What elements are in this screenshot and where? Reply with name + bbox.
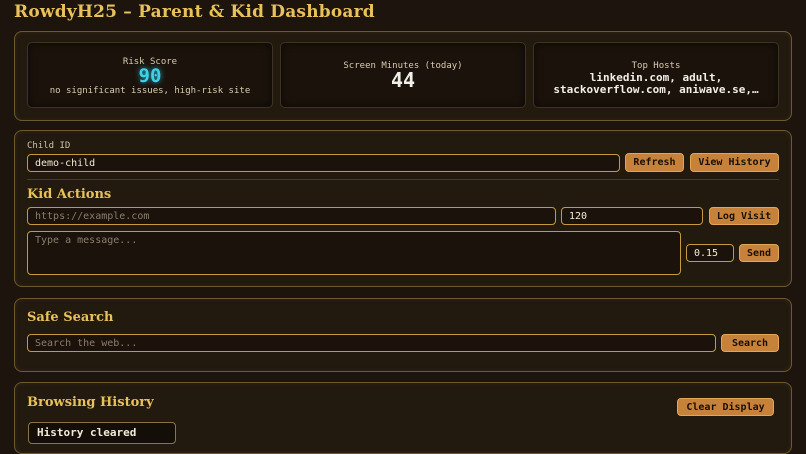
safe-search-heading: Safe Search bbox=[27, 310, 114, 325]
browsing-history-heading: Browsing History bbox=[27, 395, 154, 410]
child-id-label: Child ID bbox=[27, 141, 71, 151]
clear-display-button[interactable]: Clear Display bbox=[677, 398, 774, 416]
kid-actions-heading: Kid Actions bbox=[27, 187, 112, 202]
minutes-input[interactable]: 120 bbox=[561, 207, 703, 225]
url-input[interactable]: https://example.com bbox=[27, 207, 556, 225]
safe-search-panel: Safe Search Search the web... Search bbox=[14, 298, 792, 372]
screen-minutes-value: 44 bbox=[390, 68, 416, 92]
top-hosts-line-1: linkedin.com, adult, bbox=[589, 71, 723, 84]
search-input[interactable]: Search the web... bbox=[27, 334, 716, 352]
screen-minutes-card: Screen Minutes (today) 44 bbox=[280, 42, 526, 108]
view-history-button[interactable]: View History bbox=[690, 153, 779, 172]
child-id-input[interactable]: demo-child bbox=[27, 154, 620, 172]
risk-score-card: Risk Score 90 no significant issues, hig… bbox=[27, 42, 273, 108]
top-hosts-card: Top Hosts linkedin.com, adult, stackover… bbox=[533, 42, 779, 108]
search-button[interactable]: Search bbox=[721, 334, 779, 352]
score-input[interactable]: 0.15 bbox=[686, 244, 734, 262]
top-hosts-line-2: stackoverflow.com, aniwave.se,… bbox=[553, 83, 759, 96]
controls-panel: Child ID demo-child Refresh View History… bbox=[14, 130, 792, 287]
log-visit-button[interactable]: Log Visit bbox=[709, 207, 779, 225]
section-divider bbox=[27, 179, 779, 180]
history-panel: Browsing History Clear Display History c… bbox=[14, 382, 792, 454]
risk-score-value: 90 bbox=[138, 65, 162, 87]
refresh-button[interactable]: Refresh bbox=[625, 153, 684, 172]
history-status: History cleared bbox=[28, 422, 176, 444]
message-textarea[interactable]: Type a message... bbox=[27, 231, 681, 275]
stats-panel: Risk Score 90 no significant issues, hig… bbox=[14, 31, 792, 121]
send-button[interactable]: Send bbox=[739, 244, 779, 262]
top-hosts-label: Top Hosts bbox=[631, 61, 681, 71]
risk-score-summary: no significant issues, high-risk site bbox=[49, 86, 251, 96]
page-title: RowdyH25 – Parent & Kid Dashboard bbox=[14, 2, 375, 22]
